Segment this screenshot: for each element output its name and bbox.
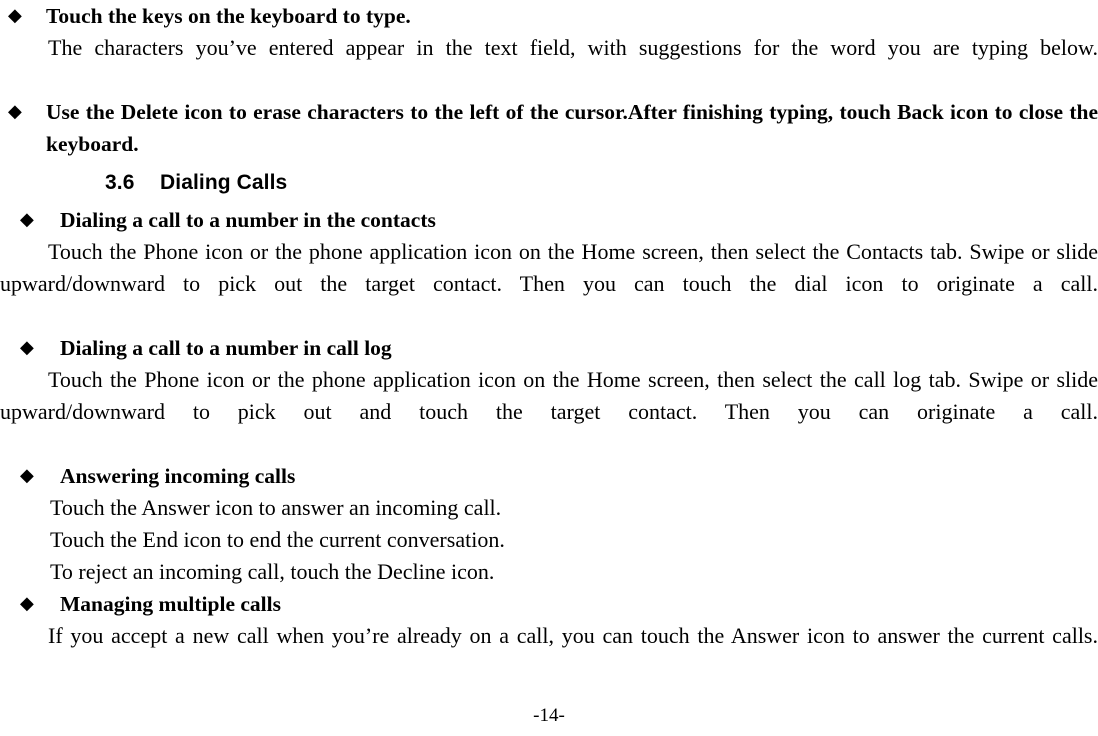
section-number: 3.6 [105, 171, 135, 194]
paragraph-dialing-contacts: Touch the Phone icon or the phone applic… [0, 239, 1098, 296]
bullet-item-label: Dialing a call to a number in the contac… [60, 208, 436, 232]
paragraph-dialing-call-log: Touch the Phone icon or the phone applic… [0, 367, 1098, 424]
bullet-item-delete-icon: ◆ Use the Delete icon to erase character… [0, 96, 1098, 160]
bullet-item-label: Dialing a call to a number in call log [60, 336, 392, 360]
bullet-item-label: Use the Delete icon to erase characters … [46, 100, 1098, 156]
section-heading-dialing-calls: 3.6 Dialing Calls [0, 168, 1098, 198]
line-end-icon: Touch the End icon to end the current co… [50, 527, 505, 552]
paragraph-characters-entered: The characters you’ve entered appear in … [48, 35, 1098, 60]
bullet-item-touch-keys: ◆ Touch the keys on the keyboard to type… [0, 0, 1098, 32]
paragraph-managing-multiple-calls: If you accept a new call when you’re alr… [48, 623, 1098, 648]
bullet-item-dialing-call-log: ◆ Dialing a call to a number in call log [0, 332, 1098, 364]
diamond-bullet-icon: ◆ [20, 593, 34, 614]
diamond-bullet-icon: ◆ [20, 465, 34, 486]
diamond-bullet-icon: ◆ [8, 101, 22, 122]
line-decline-icon: To reject an incoming call, touch the De… [50, 559, 495, 584]
line-answer-icon: Touch the Answer icon to answer an incom… [50, 495, 502, 520]
section-title: Dialing Calls [160, 171, 288, 194]
bullet-item-dialing-contacts: ◆ Dialing a call to a number in the cont… [0, 204, 1098, 236]
bullet-item-managing-multiple-calls: ◆ Managing multiple calls [0, 588, 1098, 620]
page-number-footer: -14- [533, 705, 565, 726]
bullet-item-label: Managing multiple calls [60, 592, 281, 616]
bullet-item-label: Touch the keys on the keyboard to type. [46, 4, 411, 28]
diamond-bullet-icon: ◆ [20, 209, 34, 230]
diamond-bullet-icon: ◆ [8, 5, 22, 26]
bullet-item-answering-calls: ◆ Answering incoming calls [0, 460, 1098, 492]
diamond-bullet-icon: ◆ [20, 337, 34, 358]
bullet-item-label: Answering incoming calls [60, 464, 296, 488]
document-page: ◆ Touch the keys on the keyboard to type… [0, 0, 1098, 736]
